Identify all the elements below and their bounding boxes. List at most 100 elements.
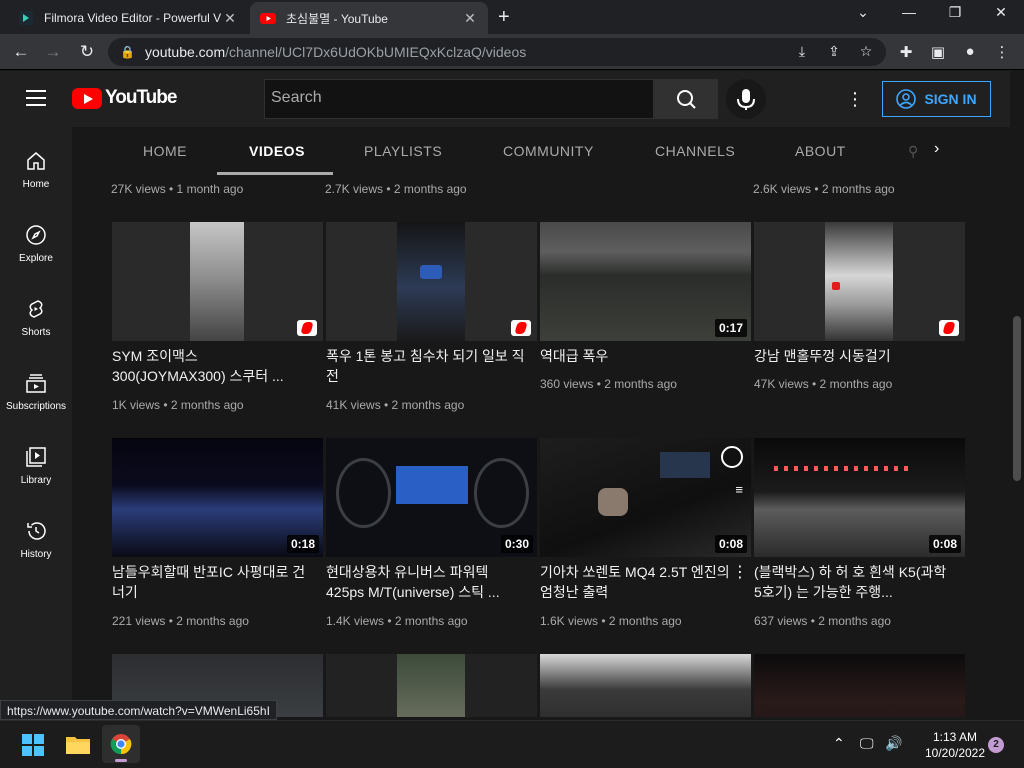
video-thumbnail[interactable] xyxy=(754,654,965,717)
browser-tab-youtube[interactable]: 초심불멸 - YouTube ✕ xyxy=(250,2,488,34)
sidebar-item-subscriptions[interactable]: Subscriptions xyxy=(0,371,72,412)
video-duration: 0:30 xyxy=(500,535,533,553)
sidebar-item-explore[interactable]: Explore xyxy=(0,223,72,264)
forward-icon[interactable]: → xyxy=(42,41,64,63)
video-duration: 0:17 xyxy=(714,319,747,337)
video-thumbnail[interactable]: 0:30 xyxy=(326,438,537,557)
chevron-right-icon[interactable]: › xyxy=(934,140,940,158)
video-thumbnail[interactable] xyxy=(326,654,537,717)
lock-icon: 🔒 xyxy=(120,45,135,59)
video-title[interactable]: 기아차 쏘렌토 MQ4 2.5T 엔진의 엄청난 출력 xyxy=(540,562,740,602)
tab-title: Filmora Video Editor - Powerful V xyxy=(44,11,222,25)
chrome-taskbar-button[interactable] xyxy=(102,725,140,763)
profile-icon[interactable]: ● xyxy=(960,43,980,63)
account-icon xyxy=(896,89,917,109)
shorts-badge-icon xyxy=(511,320,531,336)
video-duration: 0:18 xyxy=(286,535,319,553)
minimize-icon[interactable]: — xyxy=(889,4,929,20)
tab-search-icon[interactable]: ⚲ xyxy=(908,143,919,160)
browser-tab-filmora[interactable]: Filmora Video Editor - Powerful V ✕ xyxy=(8,2,248,34)
tab-search-chevron-icon[interactable]: ⌄ xyxy=(843,4,883,21)
tab-videos[interactable]: VIDEOS xyxy=(249,143,305,159)
video-title[interactable]: SYM 조이맥스 300(JOYMAX300) 스쿠터 ... xyxy=(112,346,312,386)
video-thumbnail[interactable] xyxy=(112,222,323,341)
video-meta: 2.7K views • 2 months ago xyxy=(325,182,467,196)
video-title[interactable]: 현대상용차 유니버스 파워텍 425ps M/T(universe) 스틱 ..… xyxy=(326,562,526,602)
video-thumbnail[interactable]: 0:17 xyxy=(540,222,751,341)
video-title[interactable]: 폭우 1톤 봉고 침수차 되기 일보 직전 xyxy=(326,346,526,386)
add-to-queue-icon[interactable]: ≡ xyxy=(735,482,743,497)
video-more-icon[interactable]: ⋮ xyxy=(732,562,748,582)
shorts-icon xyxy=(29,300,43,318)
subscriptions-icon xyxy=(26,374,46,393)
video-meta: 360 views • 2 months ago xyxy=(540,377,677,391)
video-meta: 47K views • 2 months ago xyxy=(754,377,893,391)
window-close-icon[interactable]: ✕ xyxy=(981,4,1021,21)
close-tab-icon[interactable]: ✕ xyxy=(222,10,238,27)
volume-icon[interactable]: 🔊 xyxy=(885,735,902,752)
video-meta: 1K views • 2 months ago xyxy=(112,398,244,412)
bookmark-star-icon[interactable]: ☆ xyxy=(857,43,875,61)
new-tab-icon[interactable]: + xyxy=(498,6,510,29)
video-title[interactable]: (블랙박스) 하 허 호 흰색 K5(과학5호기) 는 가능한 주행... xyxy=(754,562,954,602)
reload-icon[interactable]: ↻ xyxy=(76,41,98,63)
video-title[interactable]: 남들우회할때 반포IC 사평대로 건너기 xyxy=(112,562,312,602)
voice-search-button[interactable] xyxy=(726,79,766,119)
chrome-menu-icon[interactable]: ⋮ xyxy=(992,43,1012,63)
home-icon xyxy=(27,152,45,170)
sign-in-button[interactable]: SIGN IN xyxy=(882,81,991,117)
sidebar-item-home[interactable]: Home xyxy=(0,149,72,190)
tab-playlists[interactable]: PLAYLISTS xyxy=(364,143,442,159)
compass-icon xyxy=(26,225,46,245)
search-button[interactable] xyxy=(654,79,718,119)
sidebar-item-shorts[interactable]: Shorts xyxy=(0,297,72,338)
sidebar-item-library[interactable]: Library xyxy=(0,445,72,486)
tab-title: 초심불멸 - YouTube xyxy=(286,11,388,26)
browser-tabbar: Filmora Video Editor - Powerful V ✕ 초심불멸… xyxy=(0,0,1024,34)
menu-hamburger-icon[interactable] xyxy=(26,90,46,111)
sidebar-item-label: Shorts xyxy=(21,327,51,338)
watch-later-icon[interactable] xyxy=(721,446,743,468)
video-title[interactable]: 역대급 폭우 xyxy=(540,346,740,366)
sidebar-item-label: Library xyxy=(20,475,52,486)
video-thumbnail[interactable]: ≡ 0:08 xyxy=(540,438,751,557)
sidebar-item-history[interactable]: History xyxy=(0,519,72,560)
windows-start-icon[interactable] xyxy=(22,734,44,756)
video-thumbnail[interactable]: 0:08 xyxy=(754,438,965,557)
share-icon[interactable]: ⇪ xyxy=(825,43,843,61)
search-input[interactable]: Search xyxy=(264,79,654,119)
video-duration: 0:08 xyxy=(714,535,747,553)
close-tab-icon[interactable]: ✕ xyxy=(462,10,478,27)
video-meta: 1.6K views • 2 months ago xyxy=(540,614,682,628)
install-app-icon[interactable]: ⤓ xyxy=(793,43,811,61)
video-thumbnail[interactable] xyxy=(540,654,751,717)
notification-count-badge[interactable]: 2 xyxy=(988,737,1004,753)
omnibox[interactable]: 🔒 youtube.com/channel/UCl7Dx6UdOKbUMIEQx… xyxy=(108,38,886,66)
show-hidden-icons-chevron-icon[interactable]: ⌃ xyxy=(833,735,845,752)
youtube-logo[interactable]: YouTube xyxy=(72,87,177,109)
network-icon[interactable]: 🖵 xyxy=(860,735,874,752)
tab-community[interactable]: COMMUNITY xyxy=(503,143,594,159)
restore-icon[interactable]: ❐ xyxy=(935,4,975,21)
scrollbar-thumb[interactable] xyxy=(1013,316,1021,481)
video-thumbnail[interactable] xyxy=(754,222,965,341)
video-title[interactable]: 강남 맨홀뚜껑 시동걸기 xyxy=(754,346,954,366)
clock-date: 10/20/2022 xyxy=(924,746,986,760)
page-scrollbar[interactable] xyxy=(1010,71,1024,717)
file-explorer-icon[interactable] xyxy=(65,733,91,755)
video-thumbnail[interactable]: 0:18 xyxy=(112,438,323,557)
tab-home[interactable]: HOME xyxy=(143,143,187,159)
extensions-icon[interactable]: ✚ xyxy=(896,43,916,63)
settings-more-icon[interactable]: ⋮ xyxy=(846,89,864,109)
mini-guide-sidebar: Home Explore Shorts Subscriptions Librar… xyxy=(0,127,72,717)
back-icon[interactable]: ← xyxy=(10,41,32,63)
sidebar-item-label: Subscriptions xyxy=(5,401,67,412)
video-thumbnail[interactable] xyxy=(326,222,537,341)
tray-clock[interactable]: 1:13 AM 10/20/2022 xyxy=(920,729,990,761)
tab-channels[interactable]: CHANNELS xyxy=(655,143,735,159)
video-meta: 2.6K views • 2 months ago xyxy=(753,182,895,196)
microphone-icon xyxy=(737,89,755,110)
side-panel-icon[interactable]: ▣ xyxy=(928,43,948,63)
filmora-icon xyxy=(19,11,33,25)
tab-about[interactable]: ABOUT xyxy=(795,143,846,159)
